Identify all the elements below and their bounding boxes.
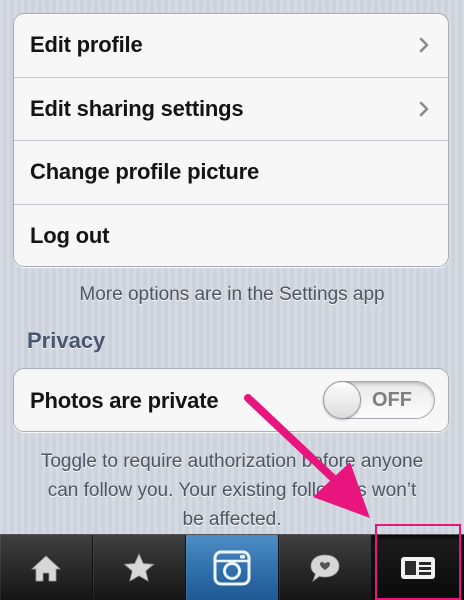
log-out-row[interactable]: Log out xyxy=(14,205,448,267)
privacy-help-text: Toggle to require authorization before a… xyxy=(40,451,424,530)
profile-options-group: Edit profile Edit sharing settings Chang… xyxy=(13,13,449,267)
log-out-label: Log out xyxy=(30,223,110,249)
privacy-group: Photos are private OFF xyxy=(13,368,449,432)
toggle-knob xyxy=(323,381,361,419)
camera-icon xyxy=(213,550,251,585)
edit-sharing-settings-label: Edit sharing settings xyxy=(30,95,244,121)
privacy-section-title: Privacy xyxy=(27,328,106,353)
change-profile-picture-label: Change profile picture xyxy=(30,159,260,185)
chevron-right-icon xyxy=(419,37,429,53)
profile-card-icon xyxy=(401,556,435,579)
more-options-note: More options are in the Settings app xyxy=(79,284,385,305)
tab-camera[interactable] xyxy=(186,535,279,600)
change-profile-picture-row[interactable]: Change profile picture xyxy=(14,141,448,205)
tab-home[interactable] xyxy=(0,535,93,600)
photos-private-toggle[interactable]: OFF xyxy=(323,381,435,419)
edit-sharing-settings-row[interactable]: Edit sharing settings xyxy=(14,78,448,141)
edit-profile-row[interactable]: Edit profile xyxy=(14,14,448,78)
edit-profile-label: Edit profile xyxy=(30,32,143,58)
photos-private-label: Photos are private xyxy=(30,388,219,413)
speech-bubble-icon xyxy=(310,554,340,582)
photos-private-row: Photos are private OFF xyxy=(14,369,448,431)
toggle-state-label: OFF xyxy=(372,389,412,411)
home-icon xyxy=(30,554,62,581)
chevron-right-icon xyxy=(419,101,429,117)
tab-bar xyxy=(0,534,464,600)
tab-profile[interactable] xyxy=(372,535,464,600)
tab-news[interactable] xyxy=(279,535,372,600)
tab-popular[interactable] xyxy=(93,535,186,600)
star-icon xyxy=(123,552,155,582)
